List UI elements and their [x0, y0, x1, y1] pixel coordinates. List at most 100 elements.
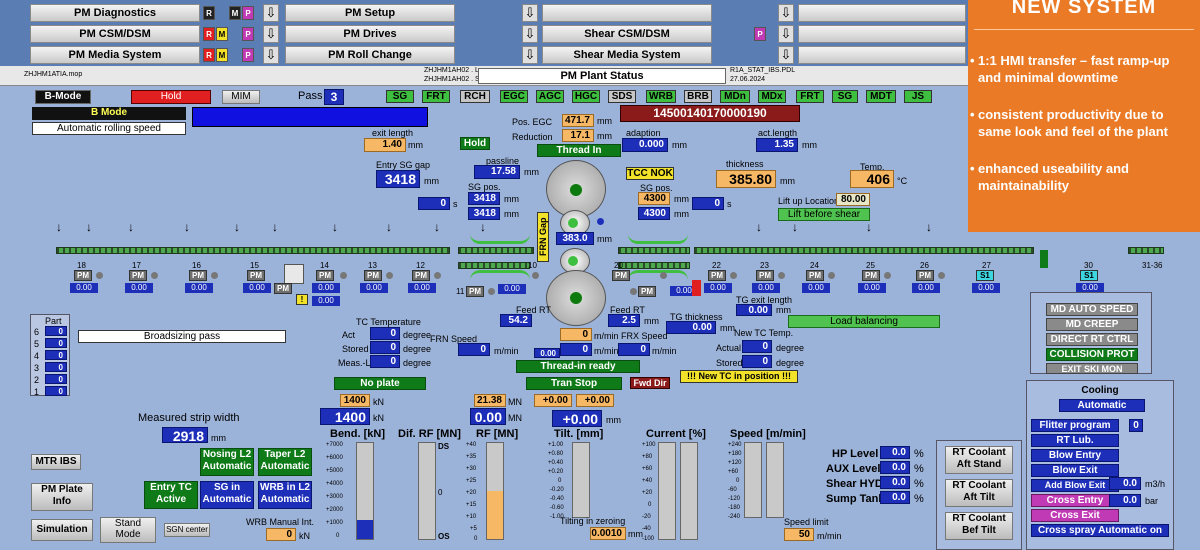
entry-tc-button[interactable]: Entry TC Active: [144, 481, 198, 509]
automatic-rolling-speed-label: Automatic rolling speed: [32, 122, 186, 135]
s1-button[interactable]: S1: [976, 270, 994, 281]
exit-ski-mon-button[interactable]: EXIT SKI MON: [1046, 363, 1138, 374]
simulation-button[interactable]: Simulation: [31, 519, 93, 541]
pm-media-system-button[interactable]: PM Media System: [30, 46, 200, 64]
shear-hyd-label: Shear HYD: [826, 478, 883, 490]
pm-button[interactable]: PM: [916, 270, 934, 281]
arrow-down-icon[interactable]: ⇩: [778, 46, 794, 64]
status-dot: [96, 272, 103, 279]
md-creep-button[interactable]: MD CREEP: [1046, 318, 1138, 331]
pm-drives-button[interactable]: PM Drives: [285, 25, 455, 43]
pm-button[interactable]: PM: [274, 283, 292, 294]
pm-diagnostics-button[interactable]: PM Diagnostics: [30, 4, 200, 22]
cross-exit-button[interactable]: Cross Exit: [1031, 509, 1119, 522]
pm-plate-info-button[interactable]: PM Plate Info: [31, 483, 93, 511]
arrow-down-icon[interactable]: ⇩: [522, 4, 538, 22]
mtr-ibs-button[interactable]: MTR IBS: [31, 454, 81, 470]
nosing-l2-button[interactable]: Nosing L2 Automatic: [200, 448, 254, 476]
pm-csm-dsm-button[interactable]: PM CSM/DSM: [30, 25, 200, 43]
arrow-down-icon[interactable]: ⇩: [263, 25, 279, 43]
unit-m-min: m/min: [494, 346, 519, 356]
add-blow-exit-button[interactable]: Add Blow Exit: [1031, 479, 1119, 492]
pm-button[interactable]: PM: [806, 270, 824, 281]
gauge-title: Current [%]: [646, 428, 706, 440]
blow-entry-button[interactable]: Blow Entry: [1031, 449, 1119, 462]
sgn-center-button[interactable]: SGN center: [164, 523, 210, 537]
pm-button[interactable]: PM: [247, 270, 265, 281]
pm-button[interactable]: PM: [466, 286, 484, 297]
tc-act-label: Act: [342, 330, 356, 340]
blow-exit-button[interactable]: Blow Exit: [1031, 464, 1119, 477]
pm-button[interactable]: PM: [74, 270, 92, 281]
pm-button[interactable]: PM: [708, 270, 726, 281]
blank-nav-button[interactable]: [798, 25, 966, 43]
cooling-title: Cooling: [1081, 385, 1119, 396]
unit-degree: degree: [403, 344, 432, 354]
arrow-down-icon[interactable]: ⇩: [522, 46, 538, 64]
pm-roll-change-button[interactable]: PM Roll Change: [285, 46, 455, 64]
stand-number: 13: [368, 261, 377, 270]
flow-unit: m3/h: [1145, 479, 1166, 489]
rt-coolant-aft-stand-button[interactable]: RT Coolant Aft Stand: [945, 446, 1013, 474]
direct-rt-ctrl-button[interactable]: DIRECT RT CTRL: [1046, 333, 1138, 346]
gauge-tick: +40: [466, 442, 477, 448]
blank-nav-button[interactable]: [798, 4, 966, 22]
lock-icon[interactable]: [284, 264, 304, 284]
pos-egc-label: Pos. EGC: [512, 117, 553, 127]
pm-button[interactable]: PM: [316, 270, 334, 281]
lift-up-location-value: 80.00: [836, 193, 870, 206]
rt-coolant-bef-tilt-button[interactable]: RT Coolant Bef Tilt: [945, 512, 1013, 540]
shear-csm-dsm-button[interactable]: Shear CSM/DSM: [542, 25, 712, 43]
cross-spray-auto-button[interactable]: Cross spray Automatic on: [1031, 524, 1169, 537]
arrow-down-icon[interactable]: ⇩: [263, 4, 279, 22]
rt-lub-button[interactable]: RT Lub.: [1031, 434, 1119, 447]
wrb-in-l2-button[interactable]: WRB in L2 Automatic: [258, 481, 312, 509]
flitter-program-button[interactable]: Flitter program: [1031, 419, 1119, 432]
bend-gauge: [356, 442, 374, 540]
bend-value-a: 1400: [340, 394, 370, 407]
pm-button[interactable]: PM: [364, 270, 382, 281]
stand-number: 17: [132, 261, 141, 270]
top-nav-bar: PM Diagnostics R M P ⇩ PM Setup ⇩ ⇩ PM C…: [0, 0, 968, 66]
pm-button[interactable]: PM: [189, 270, 207, 281]
rt-coolant-aft-tilt-button[interactable]: RT Coolant Aft Tilt: [945, 479, 1013, 507]
pm-setup-button[interactable]: PM Setup: [285, 4, 455, 22]
date-label: 27.06.2024: [730, 76, 766, 83]
s1-button[interactable]: S1: [1080, 270, 1098, 281]
arrow-down-icon[interactable]: ⇩: [778, 25, 794, 43]
blank-nav-button[interactable]: [542, 4, 712, 22]
unit-mn: MN: [508, 413, 522, 423]
taper-l2-button[interactable]: Taper L2 Automatic: [258, 448, 312, 476]
stand-mode-button[interactable]: Stand Mode: [100, 517, 156, 543]
roller-table-left: [56, 247, 450, 254]
md-auto-speed-button[interactable]: MD AUTO SPEED: [1046, 303, 1138, 316]
pm-button[interactable]: PM: [862, 270, 880, 281]
part-row-value: 0: [45, 326, 67, 336]
thread-in-button[interactable]: Thread In: [537, 144, 621, 157]
mim-button[interactable]: MIM: [222, 90, 260, 104]
status-tag-sg: SG: [386, 90, 414, 103]
rf-value-b: 0.00: [470, 408, 506, 425]
blank-nav-button[interactable]: [798, 46, 966, 64]
thickness-value: 385.80: [716, 170, 776, 188]
pm-button[interactable]: PM: [756, 270, 774, 281]
pm-button[interactable]: PM: [412, 270, 430, 281]
pressure-value: 0.0: [1109, 494, 1141, 507]
cooling-mode[interactable]: Automatic: [1059, 399, 1145, 412]
pm-button[interactable]: PM: [129, 270, 147, 281]
arrow-down-icon[interactable]: ⇩: [778, 4, 794, 22]
sump-tank-value: 0.0: [880, 491, 910, 504]
gauge-tick: DS: [438, 442, 450, 451]
pm-button[interactable]: PM: [612, 270, 630, 281]
shear-media-system-button[interactable]: Shear Media System: [542, 46, 712, 64]
pm-button[interactable]: PM: [638, 286, 656, 297]
mini-p-indicator: P: [242, 6, 254, 20]
collision-prot-button[interactable]: COLLISION PROT: [1046, 348, 1138, 361]
arrow-down-icon[interactable]: ⇩: [263, 46, 279, 64]
sg-in-automatic-button[interactable]: SG in Automatic: [200, 481, 254, 509]
speed-limit-value: 50: [784, 528, 814, 541]
hold-button[interactable]: Hold: [460, 137, 490, 150]
status-dot: [386, 272, 393, 279]
cross-entry-button[interactable]: Cross Entry: [1031, 494, 1119, 507]
arrow-down-icon[interactable]: ⇩: [522, 25, 538, 43]
